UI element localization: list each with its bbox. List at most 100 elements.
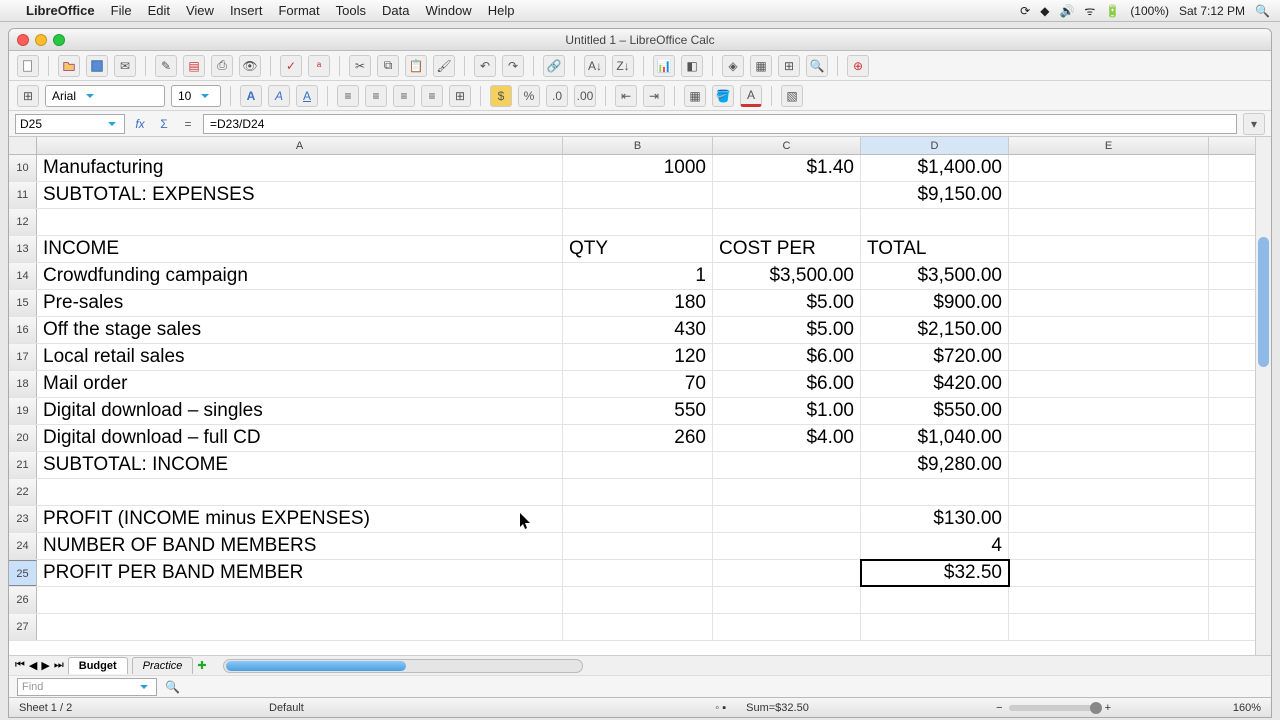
more-options-button[interactable]: ▧ <box>781 85 803 107</box>
minimize-window-button[interactable] <box>35 34 47 46</box>
cell-c21[interactable] <box>713 452 861 478</box>
cell-a24[interactable]: NUMBER OF BAND MEMBERS <box>37 533 563 559</box>
cell-b15[interactable]: 180 <box>563 290 713 316</box>
gallery-button[interactable]: ▦ <box>750 55 772 77</box>
cell-b14[interactable]: 1 <box>563 263 713 289</box>
sort-asc-button[interactable]: A↓ <box>584 55 606 77</box>
data-sources-button[interactable]: ⊞ <box>778 55 800 77</box>
cell-d21[interactable]: $9,280.00 <box>861 452 1009 478</box>
cell-d23[interactable]: $130.00 <box>861 506 1009 532</box>
sum-icon[interactable]: Σ <box>155 115 173 133</box>
cell-b10[interactable]: 1000 <box>563 155 713 181</box>
cell-c20[interactable]: $4.00 <box>713 425 861 451</box>
help-button[interactable]: ⊕ <box>847 55 869 77</box>
cell-c12[interactable] <box>713 209 861 235</box>
cell-c27[interactable] <box>713 614 861 640</box>
cell-b12[interactable] <box>563 209 713 235</box>
row-header[interactable]: 13 <box>9 236 37 262</box>
format-paintbrush-button[interactable]: 🖌 <box>433 55 455 77</box>
cell-d15[interactable]: $900.00 <box>861 290 1009 316</box>
cell-e14[interactable] <box>1009 263 1209 289</box>
select-all-corner[interactable] <box>9 137 37 154</box>
row-header[interactable]: 27 <box>9 614 37 640</box>
menu-view[interactable]: View <box>186 3 214 18</box>
cell-b21[interactable] <box>563 452 713 478</box>
status-zoom[interactable]: 160% <box>1111 702 1261 714</box>
zoom-slider[interactable] <box>1009 705 1099 711</box>
row-header[interactable]: 17 <box>9 344 37 370</box>
cell-e25[interactable] <box>1009 560 1209 586</box>
vertical-scrollbar[interactable] <box>1255 137 1271 655</box>
clock[interactable]: Sat 7:12 PM <box>1179 4 1245 18</box>
cell-d20[interactable]: $1,040.00 <box>861 425 1009 451</box>
export-pdf-button[interactable]: ▤ <box>183 55 205 77</box>
cell-c11[interactable] <box>713 182 861 208</box>
cell-e23[interactable] <box>1009 506 1209 532</box>
tab-nav-last-icon[interactable]: ⏭ <box>54 659 64 672</box>
cell-a20[interactable]: Digital download – full CD <box>37 425 563 451</box>
currency-button[interactable]: $ <box>490 85 512 107</box>
cell-d25[interactable]: $32.50 <box>861 560 1009 586</box>
zoom-button[interactable]: 🔍 <box>806 55 828 77</box>
cell-c15[interactable]: $5.00 <box>713 290 861 316</box>
percent-button[interactable]: % <box>518 85 540 107</box>
col-header-c[interactable]: C <box>713 137 861 154</box>
cell-c18[interactable]: $6.00 <box>713 371 861 397</box>
cell-e26[interactable] <box>1009 587 1209 613</box>
font-color-button[interactable]: A <box>740 85 762 107</box>
cell-d17[interactable]: $720.00 <box>861 344 1009 370</box>
cell-a13[interactable]: INCOME <box>37 236 563 262</box>
row-header[interactable]: 10 <box>9 155 37 181</box>
cell-c17[interactable]: $6.00 <box>713 344 861 370</box>
cell-c23[interactable] <box>713 506 861 532</box>
cell-d18[interactable]: $420.00 <box>861 371 1009 397</box>
equals-icon[interactable]: = <box>179 115 197 133</box>
row-header[interactable]: 21 <box>9 452 37 478</box>
col-header-e[interactable]: E <box>1009 137 1209 154</box>
cell-b20[interactable]: 260 <box>563 425 713 451</box>
cell-c26[interactable] <box>713 587 861 613</box>
sync-icon[interactable]: ⟳ <box>1020 4 1030 18</box>
cut-button[interactable]: ✂ <box>349 55 371 77</box>
cell-a19[interactable]: Digital download – singles <box>37 398 563 424</box>
cell-a27[interactable] <box>37 614 563 640</box>
copy-button[interactable]: ⧉ <box>377 55 399 77</box>
cell-a15[interactable]: Pre-sales <box>37 290 563 316</box>
background-color-button[interactable]: 🪣 <box>712 85 734 107</box>
spotlight-icon[interactable]: 🔍 <box>1255 4 1270 18</box>
autospell-button[interactable]: ᵃ <box>308 55 330 77</box>
cell-b16[interactable]: 430 <box>563 317 713 343</box>
cell-b26[interactable] <box>563 587 713 613</box>
tab-nav-prev-icon[interactable]: ◀ <box>29 659 37 672</box>
cell-e18[interactable] <box>1009 371 1209 397</box>
show-draw-button[interactable]: ◧ <box>681 55 703 77</box>
font-name-select[interactable]: Arial <box>45 85 165 107</box>
print-button[interactable]: ⎙ <box>211 55 233 77</box>
font-size-select[interactable]: 10 <box>171 85 221 107</box>
cell-e22[interactable] <box>1009 479 1209 505</box>
row-header[interactable]: 19 <box>9 398 37 424</box>
cell-a12[interactable] <box>37 209 563 235</box>
cell-d12[interactable] <box>861 209 1009 235</box>
cell-reference-box[interactable]: D25 <box>15 114 125 134</box>
cell-a14[interactable]: Crowdfunding campaign <box>37 263 563 289</box>
row-header[interactable]: 26 <box>9 587 37 613</box>
cell-a25[interactable]: PROFIT PER BAND MEMBER <box>37 560 563 586</box>
cell-e27[interactable] <box>1009 614 1209 640</box>
row-header[interactable]: 23 <box>9 506 37 532</box>
row-header[interactable]: 16 <box>9 317 37 343</box>
cell-d13[interactable]: TOTAL <box>861 236 1009 262</box>
row-header[interactable]: 20 <box>9 425 37 451</box>
cell-b22[interactable] <box>563 479 713 505</box>
maximize-window-button[interactable] <box>53 34 65 46</box>
cell-b18[interactable]: 70 <box>563 371 713 397</box>
borders-button[interactable]: ▦ <box>684 85 706 107</box>
menu-file[interactable]: File <box>111 3 132 18</box>
cell-a23[interactable]: PROFIT (INCOME minus EXPENSES) <box>37 506 563 532</box>
sheet-tab-budget[interactable]: Budget <box>68 657 128 674</box>
cell-e10[interactable] <box>1009 155 1209 181</box>
row-header[interactable]: 22 <box>9 479 37 505</box>
cell-d14[interactable]: $3,500.00 <box>861 263 1009 289</box>
status-sum[interactable]: Sum=$32.50 <box>746 702 996 714</box>
row-header[interactable]: 18 <box>9 371 37 397</box>
